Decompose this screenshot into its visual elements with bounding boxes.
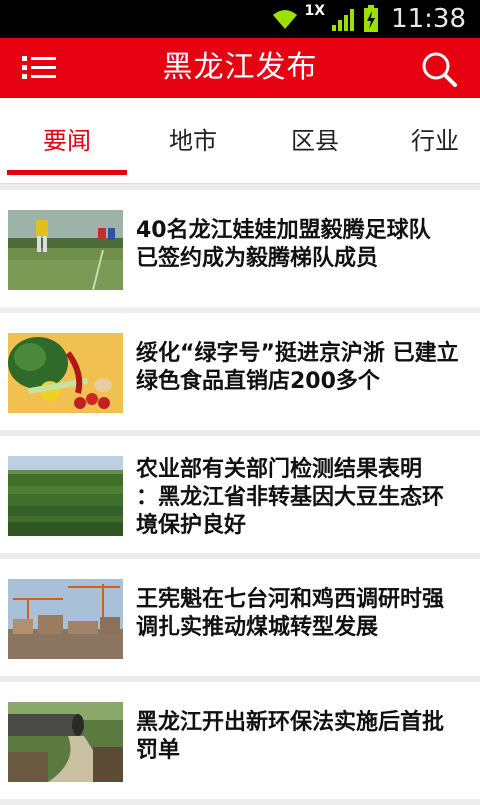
status-icons: 1X 11:38 (271, 0, 466, 38)
headline-line: 农业部有关部门检测结果表明 (136, 457, 423, 482)
soybean-field-photo (8, 456, 123, 536)
network-type-label: 1X (304, 3, 326, 19)
search-icon (422, 52, 457, 87)
drainage-pipe-photo (8, 702, 123, 782)
signal-icon (332, 9, 355, 31)
battery-charging-icon (364, 5, 379, 32)
headline-line: 绥化“绿字号”挺进京沪浙 已建立 (136, 341, 459, 366)
news-thumbnail (8, 702, 123, 782)
news-thumbnail (8, 210, 123, 290)
app-bar: 黑龙江发布 (0, 38, 480, 98)
status-bar: 1X 11:38 (0, 0, 480, 38)
tab-cities[interactable]: 地市 (133, 98, 253, 184)
news-list: 40名龙江娃娃加盟毅腾足球队 已签约成为毅腾梯队成员 绥化“绿字号”挺进京沪浙 … (0, 190, 480, 805)
news-item[interactable]: 黑龙江开出新环保法实施后首批 罚单 (0, 682, 480, 799)
clock: 11:38 (391, 4, 466, 34)
news-thumbnail (8, 333, 123, 413)
headline-line: 黑龙江开出新环保法实施后首批 (136, 710, 445, 735)
headline-line: 王宪魁在七台河和鸡西调研时强 (136, 587, 445, 612)
headline-line: ：黑龙江省非转基因大豆生态环 (136, 485, 445, 510)
news-thumbnail (8, 579, 123, 659)
news-headline: 40名龙江娃娃加盟毅腾足球队 已签约成为毅腾梯队成员 (136, 217, 480, 273)
news-headline: 王宪魁在七台河和鸡西调研时强 调扎实推动煤城转型发展 (136, 586, 480, 642)
tab-counties[interactable]: 区县 (255, 98, 375, 184)
news-item[interactable]: 农业部有关部门检测结果表明 ：黑龙江省非转基因大豆生态环 境保护良好 (0, 436, 480, 553)
tab-industry[interactable]: 行业 (375, 98, 480, 184)
tabs-divider (0, 183, 480, 184)
headline-line: 调扎实推动煤城转型发展 (136, 615, 379, 640)
headline-line: 40名龙江娃娃加盟毅腾足球队 (136, 218, 431, 243)
headline-line: 境保护良好 (136, 513, 247, 538)
news-thumbnail (8, 456, 123, 536)
headline-line: 已签约成为毅腾梯队成员 (136, 246, 379, 271)
news-headline: 绥化“绿字号”挺进京沪浙 已建立 绿色食品直销店200多个 (136, 340, 480, 396)
news-item[interactable]: 王宪魁在七台河和鸡西调研时强 调扎实推动煤城转型发展 (0, 559, 480, 676)
news-item[interactable]: 绥化“绿字号”挺进京沪浙 已建立 绿色食品直销店200多个 (0, 313, 480, 430)
headline-line: 罚单 (136, 738, 181, 763)
search-button[interactable] (420, 50, 458, 88)
football-photo (8, 210, 123, 290)
active-tab-indicator (7, 170, 127, 175)
headline-line: 绿色食品直销店200多个 (136, 369, 380, 394)
news-item[interactable]: 40名龙江娃娃加盟毅腾足球队 已签约成为毅腾梯队成员 (0, 190, 480, 307)
wifi-icon (272, 10, 297, 29)
construction-site-photo (8, 579, 123, 659)
news-headline: 农业部有关部门检测结果表明 ：黑龙江省非转基因大豆生态环 境保护良好 (136, 456, 480, 540)
app-title: 黑龙江发布 (162, 50, 318, 85)
vegetables-photo (8, 333, 123, 413)
news-headline: 黑龙江开出新环保法实施后首批 罚单 (136, 709, 480, 765)
